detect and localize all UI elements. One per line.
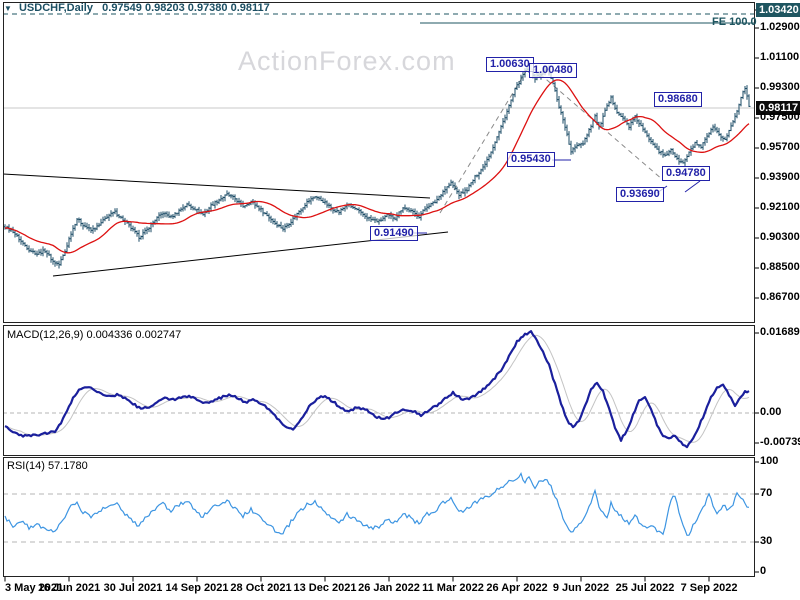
- rsi-indicator-label: RSI(14) 57.1780: [7, 460, 88, 472]
- chart-canvas: [2, 2, 759, 582]
- chart-window: ActionForex.com ▼ USDCHF,Daily 0.97549 0…: [0, 0, 800, 600]
- swing-low-label: 0.95430: [507, 152, 555, 167]
- macd-axis-label: 0.00: [760, 406, 782, 418]
- swing-low-label: 0.93690: [616, 187, 664, 202]
- chevron-down-icon[interactable]: ▼: [4, 4, 12, 13]
- rsi-axis-label: 70: [760, 487, 773, 499]
- x-axis-label: 16 Jun 2021: [37, 582, 101, 594]
- x-axis-label: 9 Jun 2022: [552, 582, 610, 594]
- swing-high-label: 0.98680: [654, 92, 702, 107]
- macd-axis-label: 0.016893: [760, 326, 800, 338]
- swing-high-label: 1.00630: [486, 57, 534, 72]
- y-axis-label: 0.93900: [760, 171, 800, 183]
- y-axis-label: 1.02900: [760, 21, 800, 33]
- y-axis-label: 0.86700: [760, 291, 800, 303]
- y-axis-label: 0.90300: [760, 231, 800, 243]
- symbol-timeframe-label: USDCHF,Daily: [18, 2, 93, 14]
- x-axis-label: 7 Sep 2022: [680, 582, 738, 594]
- x-axis-label: 26 Apr 2022: [486, 582, 548, 594]
- swing-low-label: 0.94780: [662, 166, 710, 181]
- macd-axis-label: -0.007393: [760, 436, 800, 448]
- x-axis-label: 25 Jul 2022: [615, 582, 675, 594]
- x-axis-label: 30 Jul 2021: [103, 582, 163, 594]
- rsi-axis-label: 100: [760, 455, 779, 467]
- macd-indicator-label: MACD(12,26,9) 0.004336 0.002747: [7, 329, 182, 341]
- y-axis-label: 0.97500: [760, 111, 800, 123]
- y-axis-label: 0.95700: [760, 141, 800, 153]
- x-axis-label: 14 Sep 2021: [165, 582, 229, 594]
- y-axis-label: 0.88500: [760, 261, 800, 273]
- swing-low-label: 0.91490: [370, 226, 418, 241]
- x-axis-label: 26 Jan 2022: [358, 582, 420, 594]
- y-axis-label: 0.99300: [760, 81, 800, 93]
- x-axis-label: 13 Dec 2021: [293, 582, 357, 594]
- y-axis-label: 0.92100: [760, 201, 800, 213]
- fe-projection-label: FE 100.0: [712, 16, 757, 28]
- x-axis-label: 11 Mar 2022: [422, 582, 484, 594]
- rsi-axis-label: 30: [760, 535, 773, 547]
- x-axis-label: 28 Oct 2021: [230, 582, 292, 594]
- price-tag-fe-level: 1.03420: [756, 3, 800, 17]
- rsi-axis-label: 0: [760, 565, 767, 577]
- swing-high-label: 1.00480: [529, 63, 577, 78]
- ohlc-values-label: 0.97549 0.98203 0.97380 0.98117: [102, 2, 270, 14]
- y-axis-label: 1.01100: [760, 51, 800, 63]
- title-bar: ▼ USDCHF,Daily 0.97549 0.98203 0.97380 0…: [4, 2, 270, 14]
